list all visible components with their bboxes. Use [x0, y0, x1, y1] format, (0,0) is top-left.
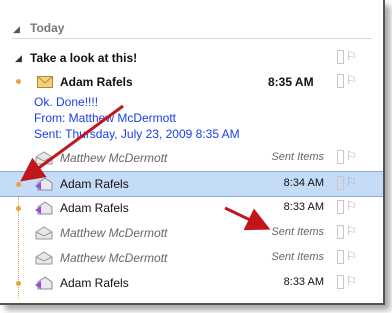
- annotation-arrows: [20, 104, 271, 231]
- mail-list-pane: ◢ Today ◢ Take a look at this! ⚐ Adam Ra…: [0, 0, 385, 305]
- annotation-arrow: [224, 206, 271, 231]
- annotation-arrow: [20, 104, 124, 182]
